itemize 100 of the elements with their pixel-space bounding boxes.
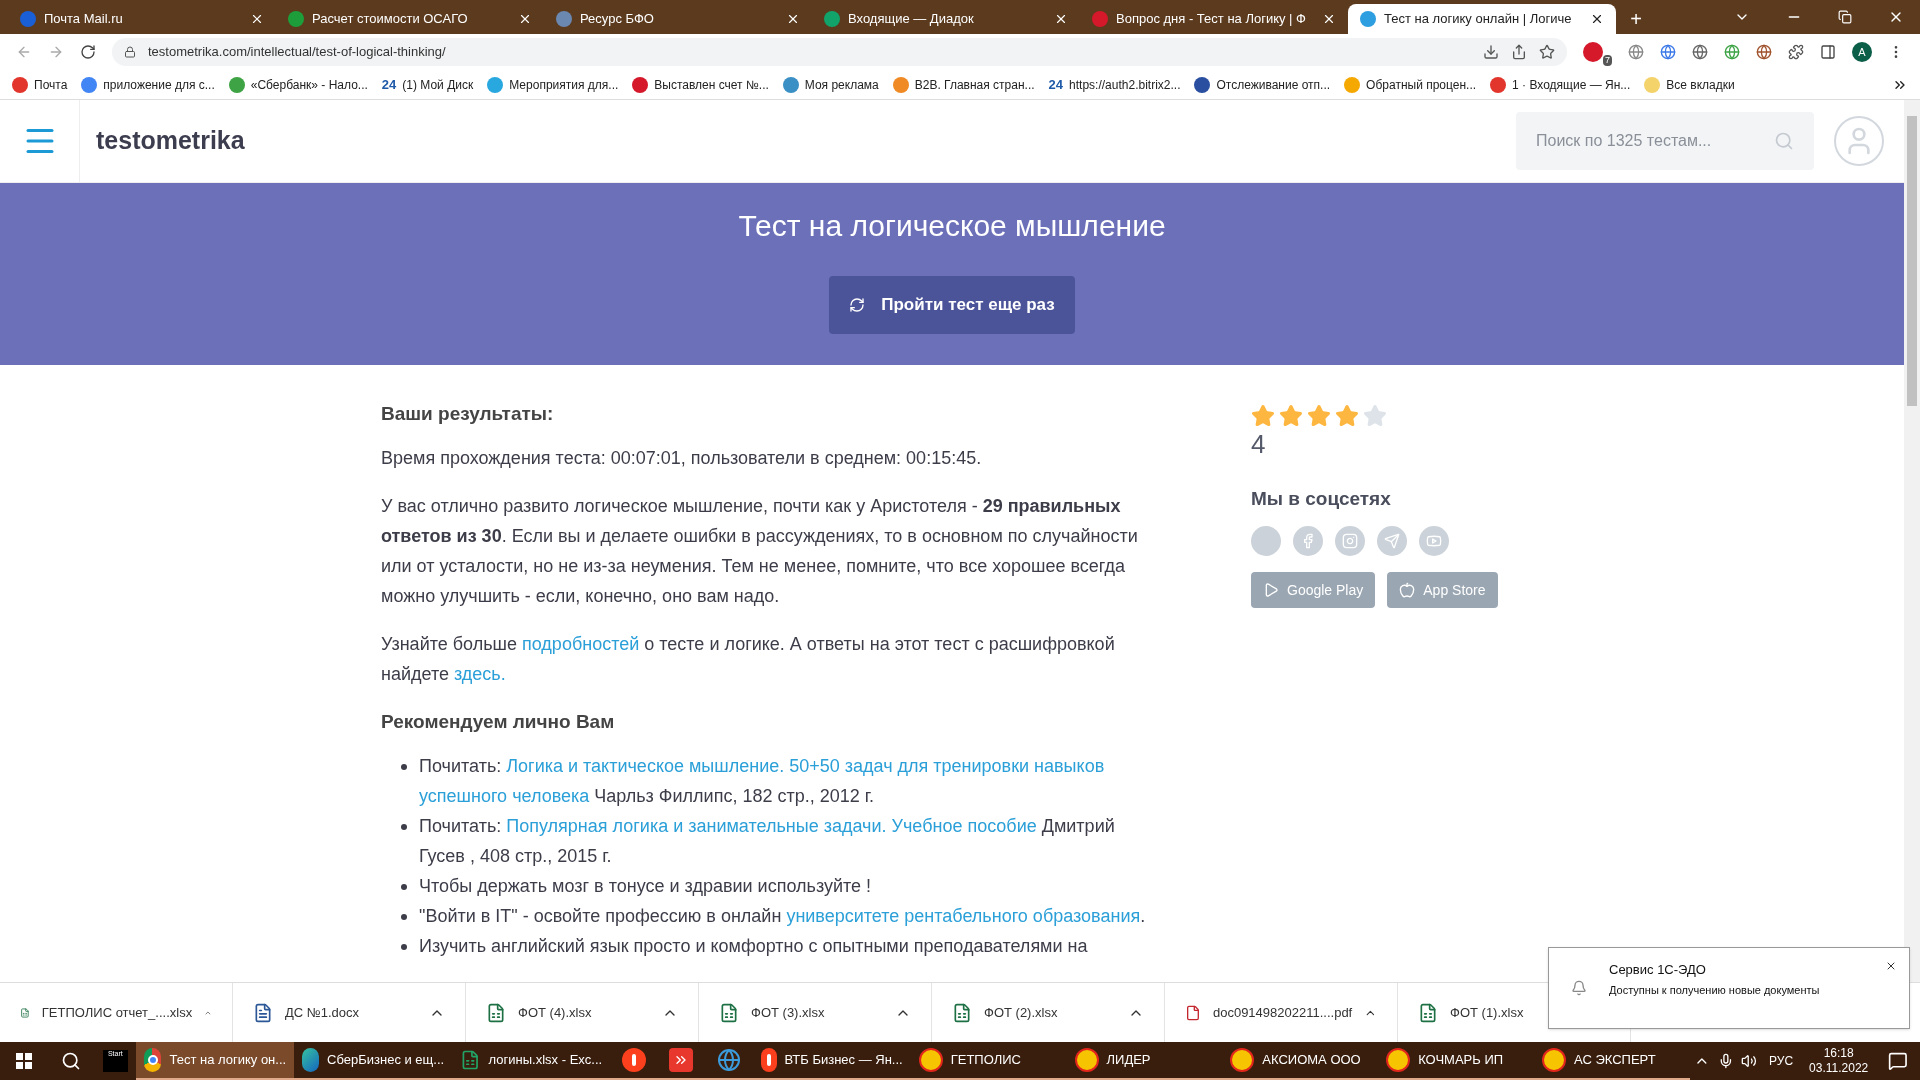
rating-star-icon[interactable] [1251,404,1275,428]
recommendation-text: Чтобы держать мозг в тонусе и здравии используйте ! [419,875,872,898]
bookmark-item[interactable]: 24 (1) Мой Диск [381,74,474,95]
bookmark-item[interactable]: Почта [12,75,68,94]
bookmark-star-icon[interactable] [1539,44,1555,60]
search-field[interactable]: Поиск по 1325 тестам... [1516,112,1814,170]
lock-icon[interactable] [124,46,136,58]
bookmark-item[interactable]: 24 https://auth2.bitrix2... [1048,74,1181,95]
refresh-icon [849,297,866,313]
restore-icon[interactable] [1838,10,1852,24]
app-icon [1542,1048,1566,1072]
taskbar-app[interactable]: КОЧМАРЬ ИП [1378,1042,1534,1080]
language-indicator[interactable]: РУС [1769,1052,1794,1070]
browser-tab[interactable]: Тест на логику онлайн | Логиче [1348,4,1616,34]
extension-badge: 7 [1603,55,1612,66]
rating-star-icon[interactable] [1335,404,1359,428]
close-icon[interactable] [786,12,800,26]
extensions-icon[interactable] [1788,44,1804,60]
browser-tab[interactable]: Расчет стоимости ОСАГО [276,4,544,34]
time-text: Время прохождения теста: 00:07:01, пользователи в среднем: 00:15:45. [381,447,983,470]
page-title: Тест на логическое мышление [738,208,1166,244]
tab-title: Почта Mail.ru [44,10,124,29]
browser-tab[interactable]: Вопрос дня - Тест на Логику | Ф [1080,4,1348,34]
spreadsheet-file-icon [1418,1002,1438,1023]
browser-tab[interactable]: Почта Mail.ru [8,4,276,34]
browser-tab[interactable]: Входящие — Диадок [812,4,1080,34]
tab-title: Входящие — Диадок [848,10,975,29]
spreadsheet-file-icon [486,1002,506,1023]
notifications-icon[interactable] [1888,1051,1908,1071]
notification-title: Сервис 1С-ЭДО [1609,961,1707,979]
bullet-icon [401,914,407,920]
rating-star-icon[interactable] [1363,404,1387,428]
taskbar-app[interactable]: ЛИДЕР [1066,1042,1223,1080]
taskbar-app[interactable]: ВТБ Бизнес — Ян... [752,1042,911,1080]
notification-popup[interactable]: Сервис 1С-ЭДО Доступны к получению новые документы [1548,947,1910,1029]
bookmark-item[interactable]: «Сбербанк» - Нало... [228,75,368,94]
browser-tab[interactable]: Ресурс БФО [544,4,812,34]
document-file-icon [253,1002,273,1023]
bookmark-item[interactable]: B2B. Главная стран... [892,75,1035,94]
rating-star-icon[interactable] [1279,404,1303,428]
taskbar-app[interactable]: Тест на логику он... [136,1042,295,1080]
browser-icon [716,1048,741,1072]
scrollbar[interactable] [1904,100,1920,982]
taskbar-app[interactable]: ГЕТПОЛИС [910,1042,1067,1080]
new-tab-button[interactable]: + [1620,4,1652,34]
section-heading: Рекомендуем лично Вам [381,710,616,734]
close-icon[interactable] [1590,12,1604,26]
spreadsheet-file-icon [719,1002,739,1023]
volume-icon[interactable] [1741,1053,1758,1069]
close-icon[interactable] [250,12,264,26]
recommendation-text: "Войти в IT" - освойте профессию в онлайн университете рентабельного образования. [419,905,1146,928]
bookmark-item[interactable]: 1 · Входящие — Ян... [1490,75,1631,94]
taskbar-app[interactable]: АКСИОМА ООО [1222,1042,1379,1080]
bookmark-item[interactable]: Все вкладки [1644,75,1735,94]
bookmark-item[interactable]: Мероприятия для... [487,75,619,94]
browser-icon [144,1048,162,1072]
play-icon [1263,582,1279,598]
recommendation-text: Почитать: Логика и тактическое мышление. 50+50 задач для тренировки навыков успешного человека Чарльз Филлипс, 182 стр., 2012 г. [419,755,1106,808]
profile-avatar[interactable]: A [1852,42,1872,62]
recommendation-text: Изучить английский язык просто и комфортно с опытными преподавателями на [419,935,1088,958]
browser-icon [760,1048,777,1072]
close-icon[interactable] [1885,960,1897,972]
site-logo[interactable]: testometrika [96,122,245,160]
close-icon[interactable] [518,12,532,26]
tab-title: Вопрос дня - Тест на Логику | Ф [1116,10,1307,29]
taskbar-app[interactable]: логины.xlsx - Exc... [452,1042,611,1080]
bookmark-item[interactable]: Выставлен счет №... [632,75,769,94]
bookmark-item[interactable]: Моя реклама [782,75,879,94]
taskbar-app[interactable]: СберБизнес и ещ... [294,1042,453,1080]
bookmark-item[interactable]: Отслеживание отп... [1194,75,1331,94]
close-icon[interactable] [1322,12,1336,26]
bullet-icon [401,884,407,890]
bookmark-item[interactable]: Обратный процен... [1344,75,1477,94]
globe-icon[interactable] [1628,44,1644,60]
bookmark-logo: 24 [1048,75,1064,94]
retake-test-button[interactable]: Пройти тест еще раз [829,276,1075,334]
bookmark-logo: 24 [381,75,397,94]
recommendation-text: Почитать: Популярная логика и занимательные задачи. Учебное пособие Дмитрий Гусев , 408 стр., 2015 г. [419,815,1116,868]
notification-app-icon [1571,980,1587,996]
rating-star-icon[interactable] [1307,404,1331,428]
bullet-icon [401,944,407,950]
install-icon[interactable] [1483,44,1499,60]
close-icon[interactable] [1054,12,1068,26]
result-text: У вас отлично развито логическое мышление, почти как у Аристотеля - 29 правильных ответов из 30. Если вы и делаете ошибки в рассуждениях, то в основном по случайности или от усталости, но не из-за неумения. Тем не менее, помните, что все хорошее всегда можно улучшить - если, конечно, оно вам надо. [381,495,1139,608]
tab-title: Расчет стоимости ОСАГО [312,10,469,29]
taskbar-app[interactable]: АС ЭКСПЕРТ [1534,1042,1690,1080]
apple-icon [1399,582,1416,598]
tab-title: Тест на логику онлайн | Логиче [1384,10,1573,29]
side-panel-icon[interactable] [1820,44,1836,60]
info-text: Узнайте больше подробностей о тесте и логике. А ответы на этот тест с расшифровкой найдете здесь. [381,633,1116,686]
clock[interactable]: 16:18 03.11.2022 [1809,1046,1869,1076]
bookmark-item[interactable]: приложение для с... [81,75,215,94]
address-field[interactable]: testometrika.com/intellectual/test-of-logical-thinking/ [112,38,1567,66]
share-icon[interactable] [1511,44,1527,60]
browser-icon [302,1048,320,1072]
tab-title: Ресурс БФО [580,10,655,29]
search-icon[interactable] [60,1051,81,1071]
windows-start-icon[interactable] [15,1053,32,1069]
app-icon [1074,1048,1099,1072]
reload-icon[interactable] [80,44,96,60]
